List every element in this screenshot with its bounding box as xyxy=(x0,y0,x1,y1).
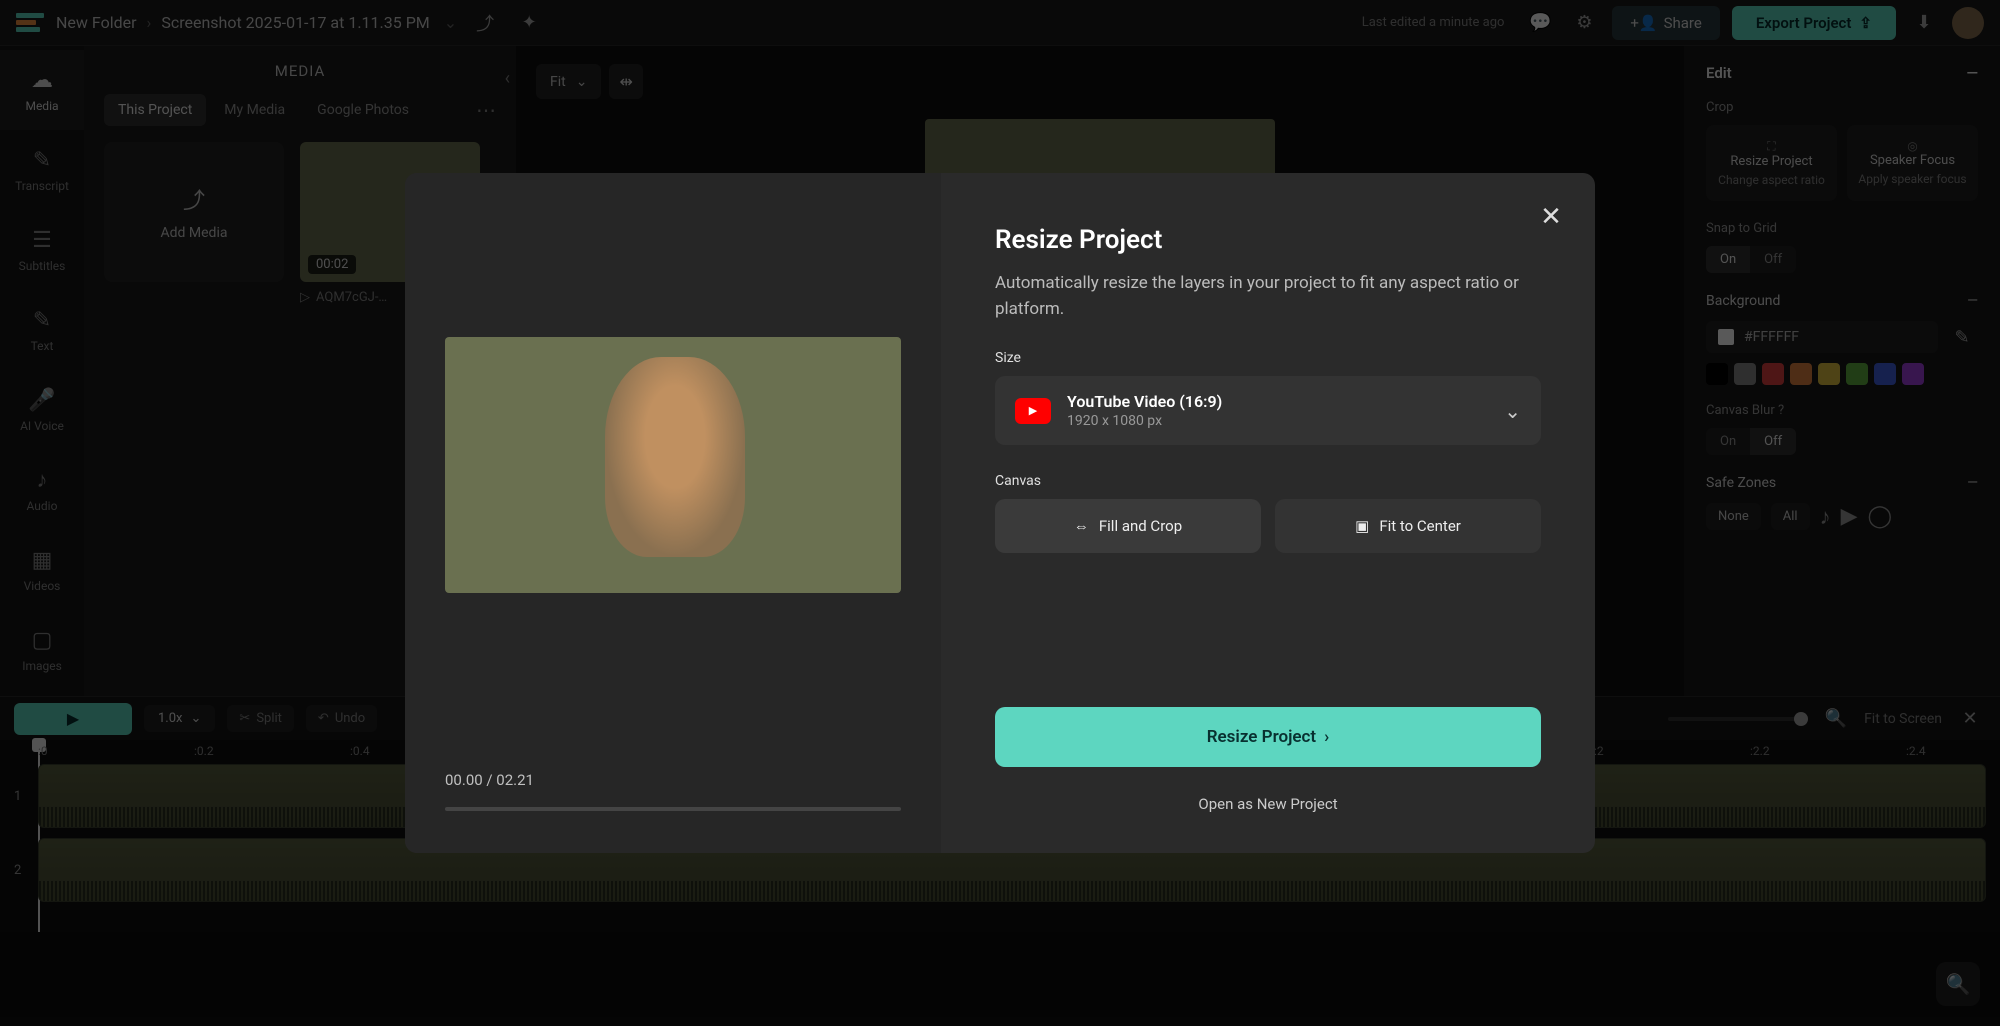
resize-project-modal: ✕ 00.00 / 02.21 Resize Project Automatic… xyxy=(405,173,1595,853)
size-label: Size xyxy=(995,350,1541,366)
size-dropdown[interactable]: YouTube Video (16:9) 1920 x 1080 px ⌄ xyxy=(995,376,1541,445)
close-modal-button[interactable]: ✕ xyxy=(1535,201,1567,233)
chevron-right-icon: › xyxy=(1324,727,1329,747)
fit-to-center-option[interactable]: ▣Fit to Center xyxy=(1275,499,1541,553)
modal-preview xyxy=(445,337,901,593)
modal-title: Resize Project xyxy=(995,225,1541,255)
modal-progress[interactable] xyxy=(445,807,901,811)
fit-center-icon: ▣ xyxy=(1355,517,1369,535)
chevron-down-icon: ⌄ xyxy=(1504,399,1521,423)
modal-wrap: ✕ 00.00 / 02.21 Resize Project Automatic… xyxy=(0,0,2000,1026)
size-option-title: YouTube Video (16:9) xyxy=(1067,392,1488,411)
canvas-label: Canvas xyxy=(995,473,1541,489)
size-option-sub: 1920 x 1080 px xyxy=(1067,413,1488,429)
resize-project-button[interactable]: Resize Project› xyxy=(995,707,1541,767)
fill-and-crop-option[interactable]: ⇔Fill and Crop xyxy=(995,499,1261,553)
open-as-new-project[interactable]: Open as New Project xyxy=(995,795,1541,813)
youtube-icon xyxy=(1015,398,1051,424)
fill-crop-icon: ⇔ xyxy=(1074,517,1089,535)
modal-description: Automatically resize the layers in your … xyxy=(995,271,1541,322)
modal-time: 00.00 / 02.21 xyxy=(445,771,901,789)
